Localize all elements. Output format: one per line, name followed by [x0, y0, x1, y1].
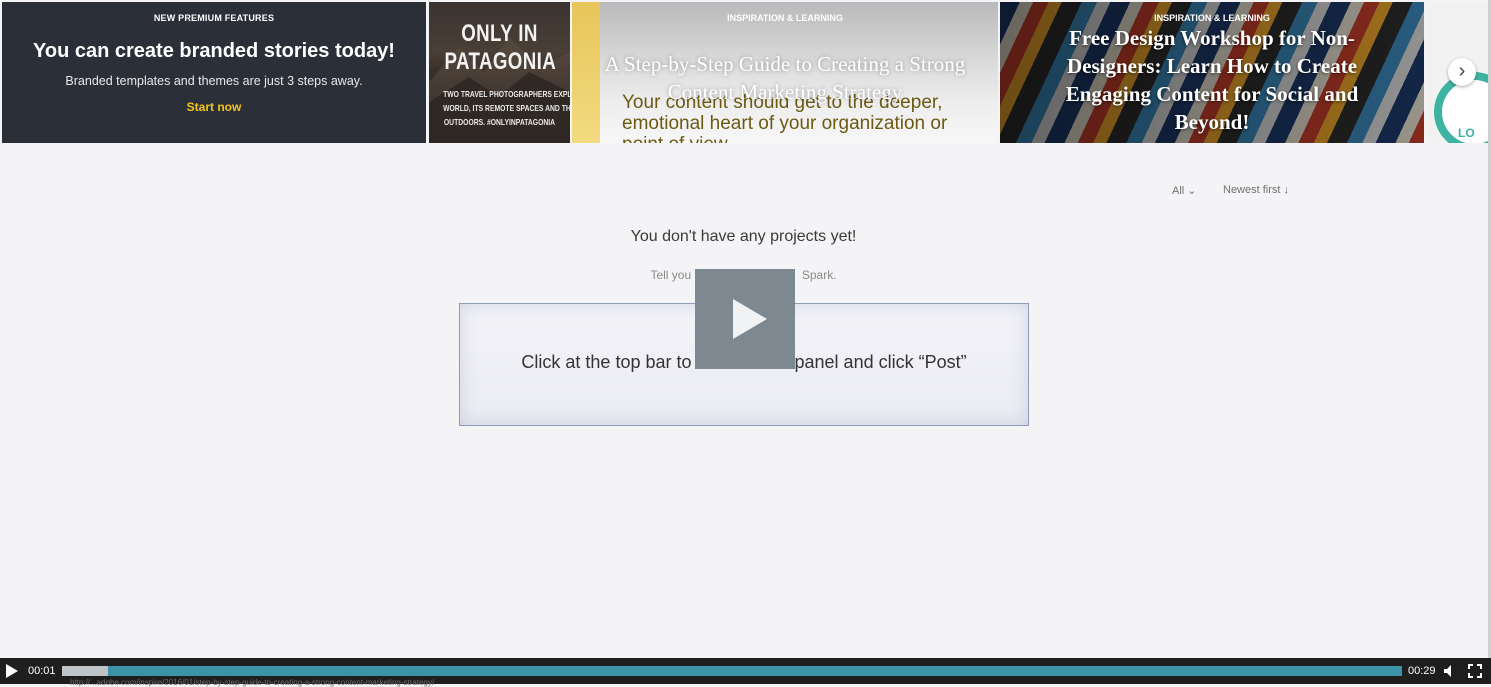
- play-icon[interactable]: [6, 664, 18, 678]
- sort-order-label: Newest first: [1223, 184, 1281, 196]
- chevron-down-icon: ⌄: [1187, 185, 1197, 197]
- video-buffer-fill: [62, 666, 108, 676]
- patagonia-title-line2: PATAGONIA: [444, 48, 557, 75]
- status-url-text: http://...adobe.com/inspire/2016/01/step…: [70, 678, 435, 687]
- guide-title: A Step-by-Step Guide to Creating a Stron…: [604, 52, 966, 104]
- empty-subtitle-right: Spark.: [801, 268, 837, 282]
- promo-card[interactable]: NEW PREMIUM FEATURES You can create bran…: [2, 2, 426, 143]
- current-time: 00:01: [28, 665, 56, 677]
- volume-icon[interactable]: [1443, 664, 1457, 678]
- patagonia-sub-line1: TWO TRAVEL PHOTOGRAPHERS EXPLORING THE: [443, 89, 570, 99]
- patagonia-sub-line3: OUTDOORS. #ONLYINPATAGONIA: [443, 117, 556, 127]
- guide-card[interactable]: INSPIRATION & LEARNING Your content shou…: [572, 2, 998, 143]
- patagonia-subtitle: TWO TRAVEL PHOTOGRAPHERS EXPLORING THE W…: [443, 87, 570, 129]
- tip-text-left: Click at the top bar to re: [521, 352, 713, 372]
- next-card-text: LO: [1458, 126, 1475, 140]
- workshop-title: Free Design Workshop for Non-Designers: …: [1065, 26, 1359, 134]
- promo-title: You can create branded stories today!: [33, 40, 395, 62]
- fullscreen-icon[interactable]: [1468, 664, 1482, 678]
- video-play-overlay-button[interactable]: [695, 269, 795, 369]
- play-icon: [733, 299, 767, 339]
- empty-state-title: You don't have any projects yet!: [630, 228, 857, 245]
- sort-order-dropdown[interactable]: Newest first ↓: [1223, 184, 1289, 196]
- guide-accent-band: [572, 2, 600, 143]
- filter-dropdown[interactable]: All ⌄: [1172, 184, 1197, 197]
- patagonia-card[interactable]: ONLY IN PATAGONIA TWO TRAVEL PHOTOGRAPHE…: [429, 2, 570, 143]
- chevron-right-icon[interactable]: ›: [1448, 58, 1476, 86]
- workshop-eyebrow: INSPIRATION & LEARNING: [1154, 13, 1270, 23]
- featured-carousel: NEW PREMIUM FEATURES You can create bran…: [0, 0, 1491, 143]
- patagonia-sub-line2: WORLD, ITS REMOTE SPACES AND THE GREAT: [443, 103, 570, 113]
- guide-eyebrow: INSPIRATION & LEARNING: [727, 13, 843, 23]
- start-now-link[interactable]: Start now: [2, 100, 426, 114]
- workshop-card[interactable]: INSPIRATION & LEARNING Free Design Works…: [1000, 2, 1424, 143]
- patagonia-title: ONLY IN PATAGONIA: [444, 20, 557, 76]
- patagonia-title-line1: ONLY IN: [461, 20, 538, 47]
- filter-label: All: [1172, 185, 1185, 197]
- empty-subtitle-left: Tell you: [650, 268, 692, 282]
- promo-subtitle: Branded templates and themes are just 3 …: [65, 74, 363, 88]
- tip-text-right: ce panel and click “Post”: [770, 352, 967, 372]
- duration-time: 00:29: [1408, 665, 1436, 677]
- video-progress-track[interactable]: [62, 666, 1402, 676]
- arrow-down-icon: ↓: [1283, 184, 1290, 196]
- promo-eyebrow: NEW PREMIUM FEATURES: [153, 13, 275, 23]
- video-controls: 00:01 http://...adobe.com/inspire/2016/0…: [0, 658, 1491, 687]
